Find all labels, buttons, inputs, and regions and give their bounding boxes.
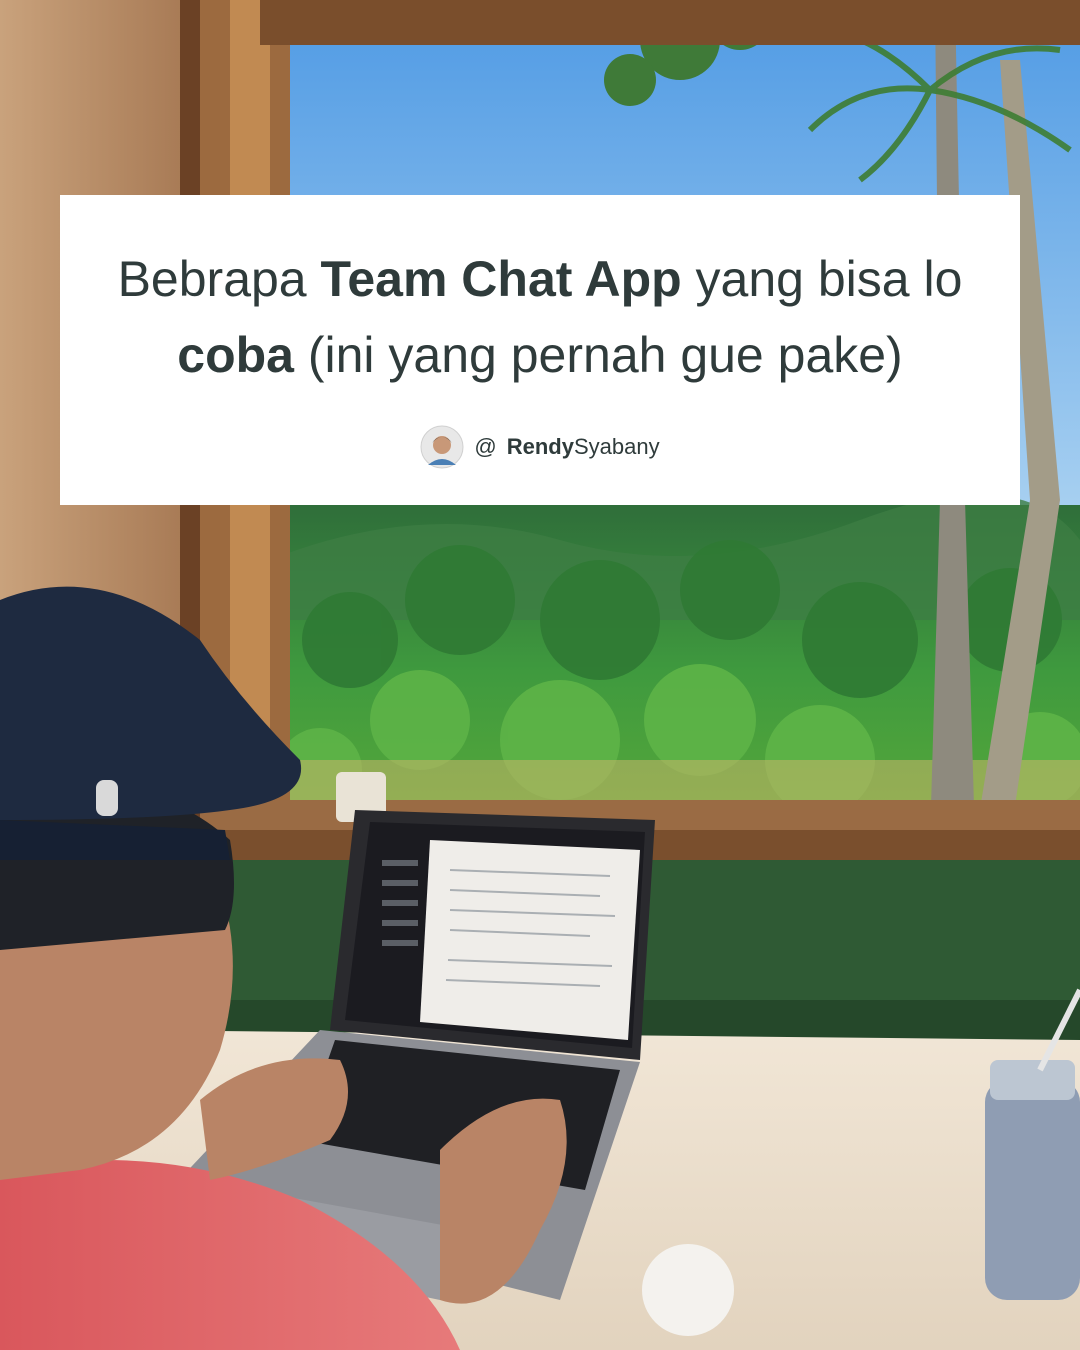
title-bold-coba: coba <box>177 327 294 383</box>
post-title: Bebrapa Team Chat App yang bisa lo coba … <box>100 241 980 393</box>
title-text-3: (ini yang pernah gue pake) <box>293 327 903 383</box>
author-at: @ <box>474 434 497 459</box>
avatar <box>420 425 464 469</box>
mouse <box>642 1244 734 1336</box>
author-handle: @ RendySyabany <box>420 425 660 469</box>
author-name-bold: Rendy <box>506 434 574 459</box>
title-bold-team-chat-app: Team Chat App <box>320 251 682 307</box>
title-text-2: yang bisa lo <box>681 251 963 307</box>
title-text-1: Bebrapa <box>117 251 321 307</box>
author-name-rest: Syabany <box>573 434 660 459</box>
caption-card: Bebrapa Team Chat App yang bisa lo coba … <box>60 195 1020 505</box>
